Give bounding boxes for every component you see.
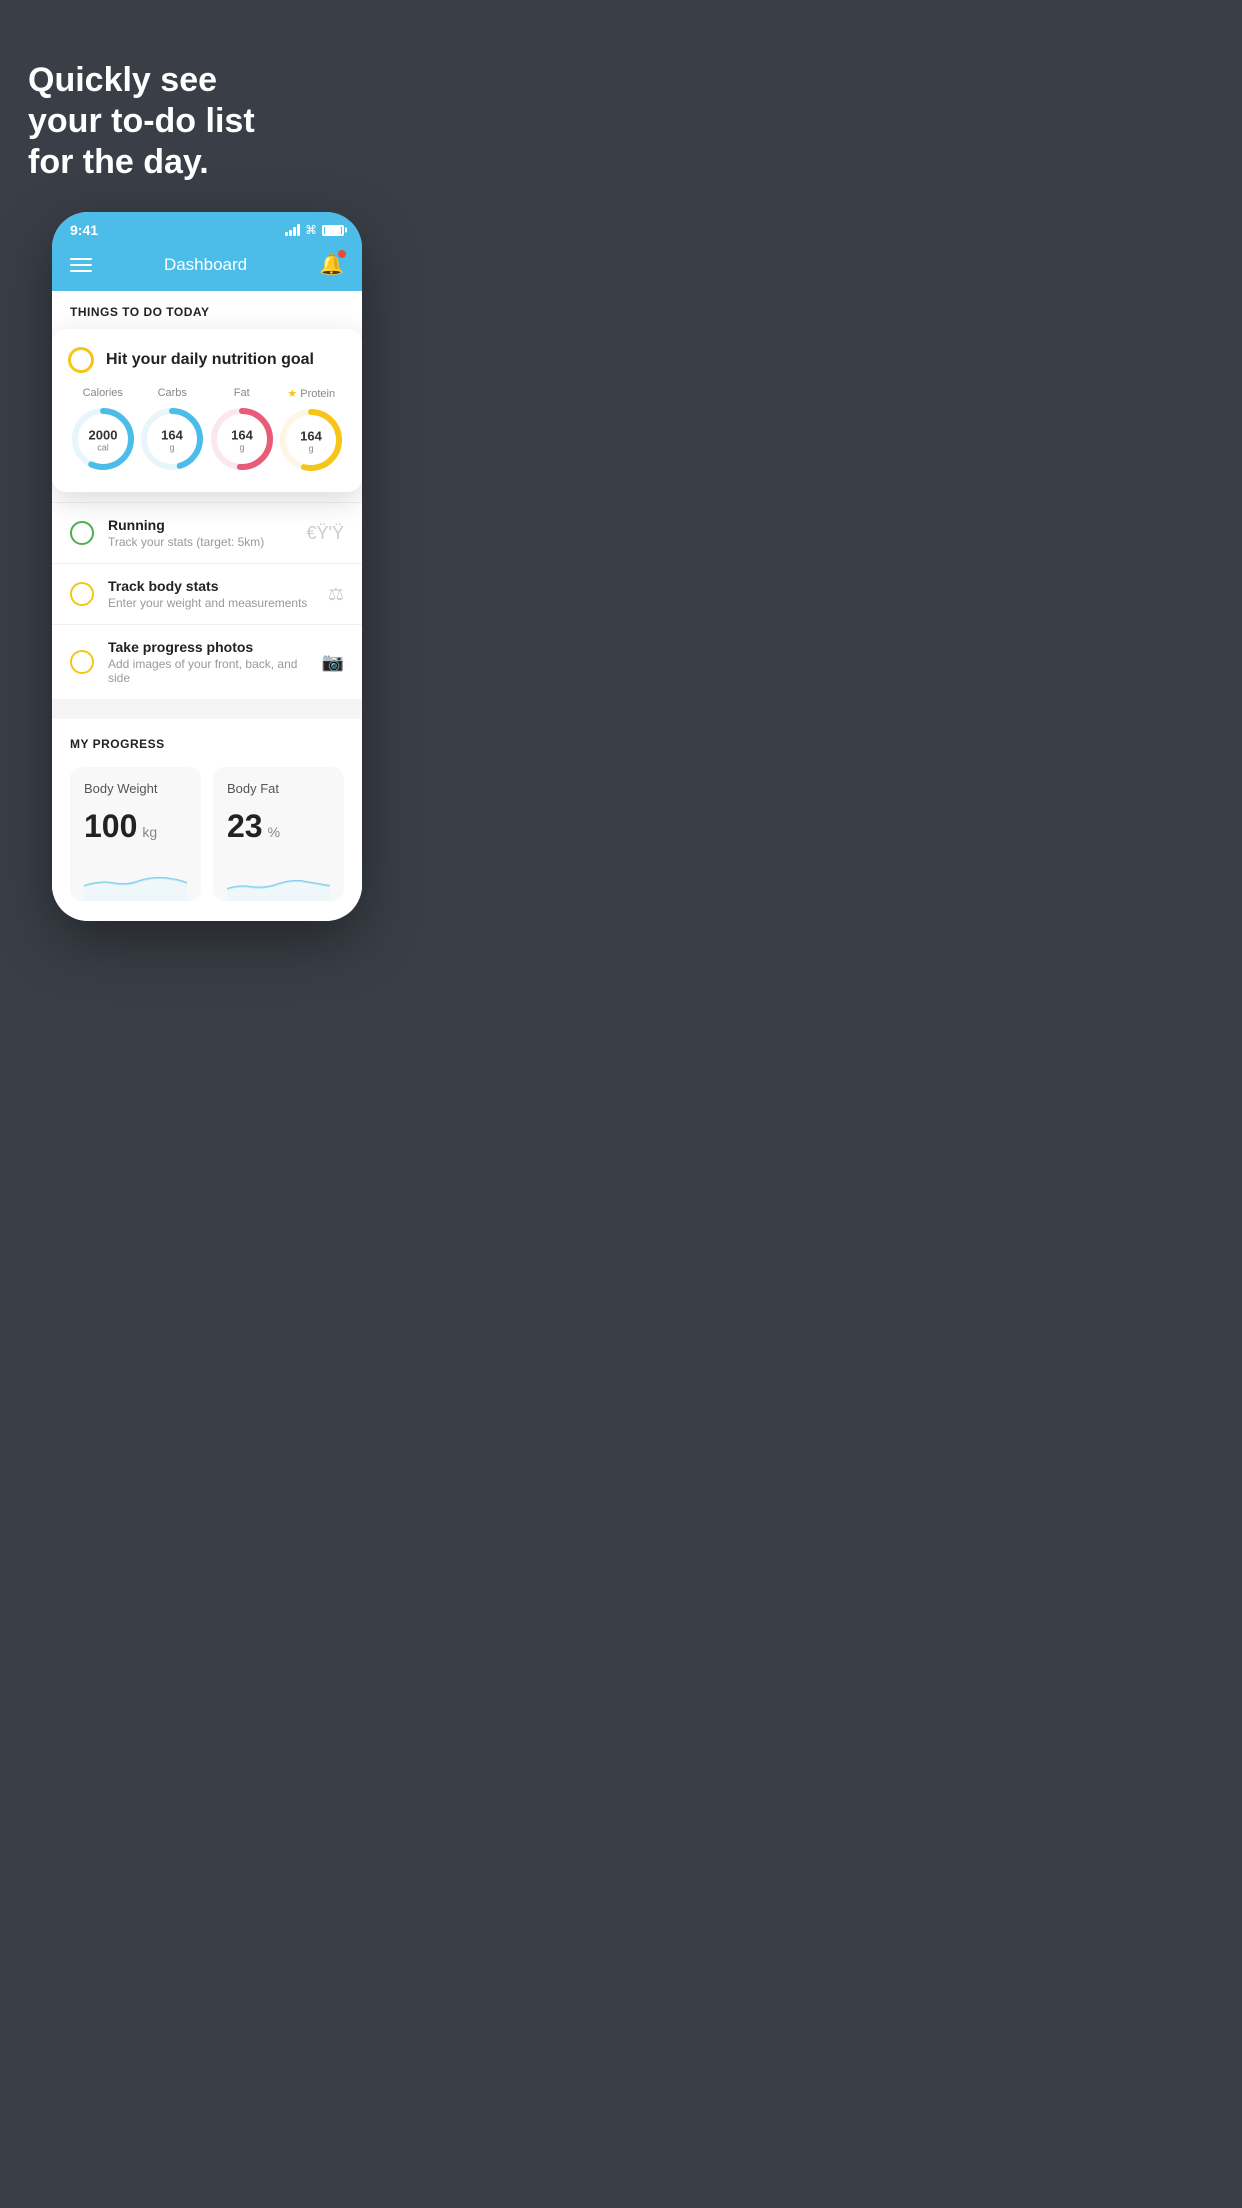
- running-icon: €Ÿ'Ÿ: [307, 523, 344, 544]
- camera-icon: 📷: [322, 652, 344, 673]
- body-weight-label: Body Weight: [84, 781, 187, 796]
- status-icons: ⌘: [285, 223, 344, 237]
- photos-text: Take progress photos Add images of your …: [108, 639, 308, 685]
- nutrition-checkbox[interactable]: [68, 347, 94, 373]
- todo-item-body-stats[interactable]: Track body stats Enter your weight and m…: [52, 563, 362, 624]
- running-text: Running Track your stats (target: 5km): [108, 517, 293, 549]
- body-weight-value: 100: [84, 808, 137, 845]
- scale-icon: ⚖: [328, 584, 344, 605]
- body-weight-value-row: 100 kg: [84, 808, 187, 845]
- protein-ring: 164 g: [277, 406, 345, 474]
- hero-section: Quickly see your to-do list for the day.: [0, 0, 414, 212]
- notifications-button[interactable]: 🔔: [319, 252, 344, 277]
- body-weight-card[interactable]: Body Weight 100 kg: [70, 767, 201, 901]
- photos-checkbox[interactable]: [70, 650, 94, 674]
- progress-cards: Body Weight 100 kg: [70, 767, 344, 901]
- notification-badge: [338, 250, 346, 258]
- fat-ring-item: Fat 164 g: [208, 387, 276, 473]
- fat-ring: 164 g: [208, 405, 276, 473]
- photos-subtitle: Add images of your front, back, and side: [108, 657, 308, 685]
- nutrition-card-header: Hit your daily nutrition goal: [68, 347, 346, 373]
- nutrition-rings: Calories 2000 cal Carbs: [68, 387, 346, 474]
- body-weight-unit: kg: [142, 824, 157, 840]
- body-fat-card[interactable]: Body Fat 23 %: [213, 767, 344, 901]
- things-section-header: THINGS TO DO TODAY: [52, 291, 362, 329]
- phone-mockup: 9:41 ⌘ Dashboard 🔔: [52, 212, 362, 921]
- body-stats-checkbox[interactable]: [70, 582, 94, 606]
- body-fat-unit: %: [268, 824, 280, 840]
- app-title: Dashboard: [164, 255, 247, 275]
- status-time: 9:41: [70, 222, 98, 238]
- running-subtitle: Track your stats (target: 5km): [108, 535, 293, 549]
- wifi-icon: ⌘: [305, 223, 317, 237]
- nutrition-card-title: Hit your daily nutrition goal: [106, 351, 314, 369]
- todo-item-running[interactable]: Running Track your stats (target: 5km) €…: [52, 502, 362, 563]
- running-checkbox[interactable]: [70, 521, 94, 545]
- progress-section: MY PROGRESS Body Weight 100 kg: [52, 719, 362, 921]
- todo-list: Running Track your stats (target: 5km) €…: [52, 502, 362, 699]
- fat-value: 164: [231, 428, 253, 443]
- calories-ring: 2000 cal: [69, 405, 137, 473]
- status-bar: 9:41 ⌘: [52, 212, 362, 244]
- body-stats-subtitle: Enter your weight and measurements: [108, 596, 314, 610]
- protein-label: Protein: [300, 388, 335, 400]
- battery-icon: [322, 225, 344, 236]
- body-stats-text: Track body stats Enter your weight and m…: [108, 578, 314, 610]
- app-header: Dashboard 🔔: [52, 244, 362, 291]
- carbs-label: Carbs: [158, 387, 187, 399]
- hero-title: Quickly see your to-do list for the day.: [28, 60, 386, 182]
- calories-value: 2000: [88, 428, 117, 443]
- body-fat-value-row: 23 %: [227, 808, 330, 845]
- protein-label-container: ★ Protein: [287, 387, 335, 400]
- carbs-ring-item: Carbs 164 g: [138, 387, 206, 473]
- carbs-unit: g: [170, 443, 175, 453]
- body-weight-chart: [84, 861, 187, 901]
- fat-label: Fat: [234, 387, 250, 399]
- fat-unit: g: [239, 443, 244, 453]
- carbs-value: 164: [161, 428, 183, 443]
- protein-value: 164: [300, 429, 322, 444]
- phone-frame: 9:41 ⌘ Dashboard 🔔: [52, 212, 362, 921]
- calories-label: Calories: [83, 387, 123, 399]
- star-icon: ★: [287, 387, 297, 400]
- running-title: Running: [108, 517, 293, 533]
- calories-unit: cal: [97, 443, 109, 453]
- body-fat-value: 23: [227, 808, 263, 845]
- signal-icon: [285, 224, 300, 236]
- app-content: THINGS TO DO TODAY Hit your daily nutrit…: [52, 291, 362, 921]
- progress-heading: MY PROGRESS: [70, 737, 344, 751]
- protein-unit: g: [309, 444, 314, 454]
- photos-title: Take progress photos: [108, 639, 308, 655]
- carbs-ring: 164 g: [138, 405, 206, 473]
- protein-ring-item: ★ Protein 164 g: [277, 387, 345, 474]
- menu-button[interactable]: [70, 258, 92, 272]
- things-heading: THINGS TO DO TODAY: [70, 305, 344, 319]
- body-fat-chart: [227, 861, 330, 901]
- body-stats-title: Track body stats: [108, 578, 314, 594]
- body-fat-label: Body Fat: [227, 781, 330, 796]
- nutrition-card: Hit your daily nutrition goal Calories 2…: [52, 329, 362, 492]
- todo-item-photos[interactable]: Take progress photos Add images of your …: [52, 624, 362, 699]
- calories-ring-item: Calories 2000 cal: [69, 387, 137, 473]
